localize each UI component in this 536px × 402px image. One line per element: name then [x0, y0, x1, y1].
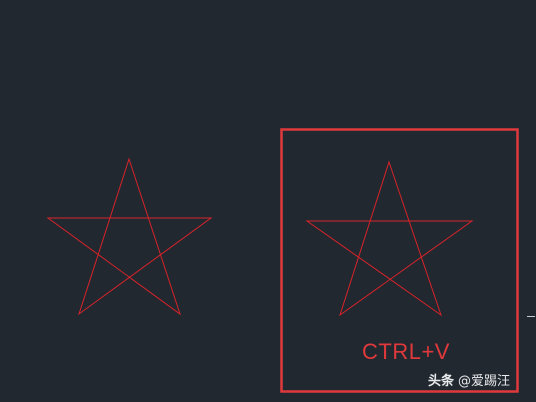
watermark: 头条 @爱踢汪: [428, 373, 510, 391]
crosshair-tick: [527, 316, 535, 317]
cad-drawing-canvas[interactable]: CTRL+V 头条 @爱踢汪: [0, 0, 536, 402]
original-star-shape[interactable]: [46, 157, 213, 316]
watermark-source: 头条: [428, 374, 455, 389]
drawing-layer[interactable]: [0, 0, 536, 402]
watermark-handle: @爱踢汪: [458, 374, 511, 389]
pasted-star-shape[interactable]: [305, 160, 474, 317]
paste-shortcut-label: CTRL+V: [362, 339, 450, 364]
